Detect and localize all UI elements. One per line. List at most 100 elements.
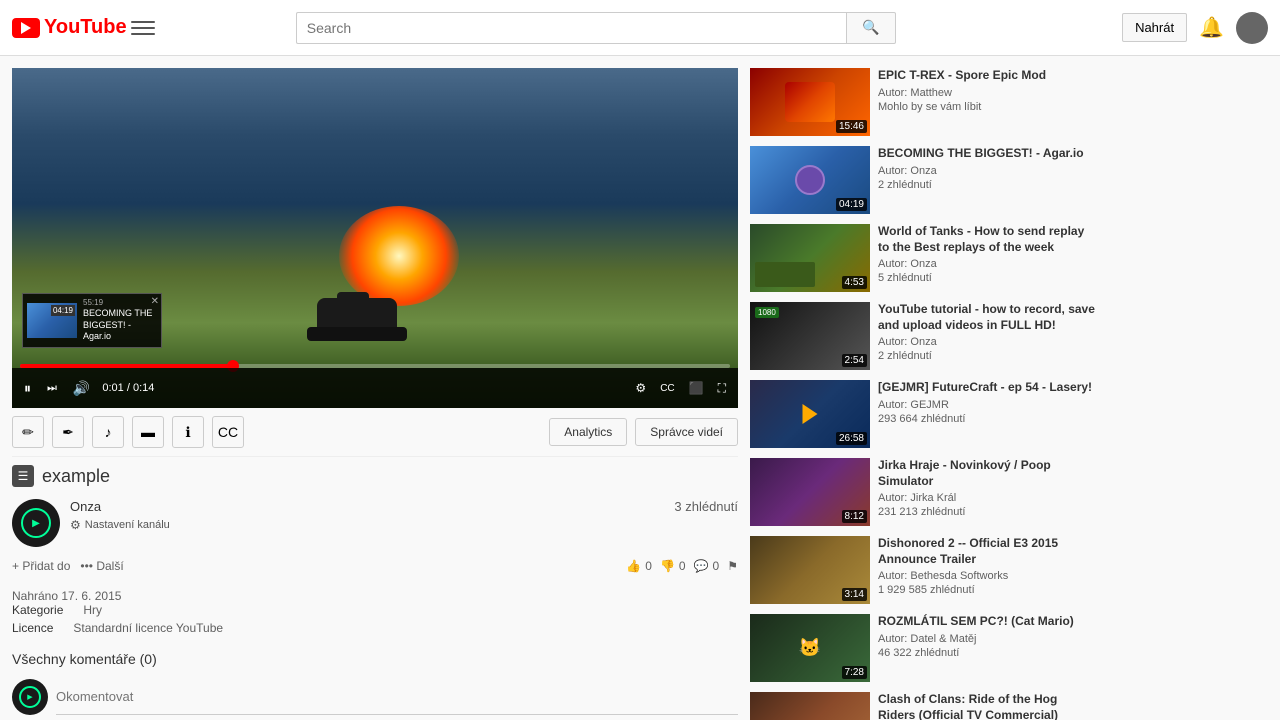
section-title: example (12, 465, 738, 487)
comment-count-button[interactable]: 💬 0 (694, 559, 720, 573)
sidebar-title-8: Clash of Clans: Ride of the Hog Riders (… (878, 692, 1098, 720)
sidebar-item[interactable]: 04:19 BECOMING THE BIGGEST! - Agar.io Au… (750, 146, 1098, 214)
card-icon-button[interactable]: ▬ (132, 416, 164, 448)
overlay-title: BECOMING THE BIGGEST! - Agar.io (83, 308, 157, 343)
sidebar-thumb-4: 26:58 (750, 380, 870, 448)
action-row: + Přidat do ••• Další 👍 0 👎 0 💬 0 ⚑ (12, 559, 738, 573)
user-avatar[interactable] (1236, 12, 1268, 44)
license-value: Standardní licence YouTube (73, 621, 223, 635)
music-icon-button[interactable]: ♪ (92, 416, 124, 448)
header-right: Nahrát 🔔 (1122, 12, 1268, 44)
next-button[interactable]: ⏭ (43, 380, 61, 397)
sidebar-views-3: 2 zhlédnutí (878, 350, 1098, 362)
sidebar-info-3: YouTube tutorial - how to record, save a… (878, 302, 1098, 370)
youtube-logo[interactable]: YouTube (12, 16, 127, 39)
overlay-badge: 04:19 (51, 305, 75, 316)
thumb-duration-6: 3:14 (842, 588, 867, 601)
search-input[interactable] (296, 12, 846, 44)
meta-section: Nahráno 17. 6. 2015 Kategorie Hry Licenc… (12, 589, 738, 635)
video-player[interactable]: 04:19 55:19 BECOMING THE BIGGEST! - Agar… (12, 68, 738, 408)
sidebar-thumb-5: 8:12 (750, 458, 870, 526)
license-key: Licence (12, 621, 53, 635)
video-controls: ⏸ ⏭ 🔊 0:01 / 0:14 ⚙ CC ⬛ ⛶ (12, 368, 738, 408)
comment-icon: 💬 (694, 559, 709, 573)
like-button[interactable]: 👍 0 (626, 559, 652, 573)
volume-button[interactable]: 🔊 (69, 378, 94, 399)
channel-avatar[interactable] (12, 499, 60, 547)
channel-name: Onza (70, 499, 664, 514)
time-display: 0:01 / 0:14 (102, 382, 154, 394)
section-icon (12, 465, 34, 487)
sidebar-item[interactable]: 15:46 EPIC T-REX - Spore Epic Mod Autor:… (750, 68, 1098, 136)
comment-input[interactable] (56, 679, 738, 715)
sidebar-item[interactable]: 26:58 [GEJMR] FutureCraft - ep 54 - Lase… (750, 380, 1098, 448)
sidebar-author-0: Autor: Matthew (878, 87, 1098, 99)
sidebar-title-4: [GEJMR] FutureCraft - ep 54 - Lasery! (878, 380, 1098, 396)
meta-row-license: Licence Standardní licence YouTube (12, 621, 738, 635)
sidebar-info-7: ROZMLÁTIL SEM PC?! (Cat Mario) Autor: Da… (878, 614, 1098, 682)
sidebar-thumb-8: 1:01 (750, 692, 870, 720)
like-count: 0 (645, 559, 652, 573)
subtitle-icon-button[interactable]: CC (212, 416, 244, 448)
sidebar-thumb-0: 15:46 (750, 68, 870, 136)
commenter-avatar-inner (19, 686, 41, 708)
channel-settings-button[interactable]: Nastavení kanálu (70, 518, 664, 532)
sidebar-views-6: 1 929 585 zhlédnutí (878, 584, 1098, 596)
sidebar-views-2: 5 zhlédnutí (878, 272, 1098, 284)
thumb-duration-2: 4:53 (842, 276, 867, 289)
sidebar-views-4: 293 664 zhlédnutí (878, 413, 1098, 425)
theater-button[interactable]: ⬛ (685, 379, 708, 397)
video-overlay-thumb[interactable]: 04:19 55:19 BECOMING THE BIGGEST! - Agar… (22, 293, 162, 348)
sidebar-author-2: Autor: Onza (878, 258, 1098, 270)
more-button[interactable]: ••• Další (80, 559, 123, 573)
fullscreen-button[interactable]: ⛶ (714, 379, 730, 398)
sidebar-title-7: ROZMLÁTIL SEM PC?! (Cat Mario) (878, 614, 1098, 630)
edit-icon-button[interactable]: ✏ (12, 416, 44, 448)
channel-avatar-inner (21, 508, 51, 538)
explosion-effect (339, 206, 459, 306)
video-title-text: example (42, 466, 110, 487)
analytics-button[interactable]: Analytics (549, 418, 627, 446)
search-area (296, 12, 896, 44)
upload-button[interactable]: Nahrát (1122, 13, 1187, 42)
sidebar-author-1: Autor: Onza (878, 165, 1098, 177)
cc-button[interactable]: CC (656, 381, 678, 396)
sidebar-author-5: Autor: Jirka Král (878, 492, 1098, 504)
sidebar-item[interactable]: 1080 2:54 YouTube tutorial - how to reco… (750, 302, 1098, 370)
menu-icon[interactable] (131, 16, 155, 40)
time-current: 0:01 (102, 382, 123, 394)
comments-title: Všechny komentáře (0) (12, 651, 738, 667)
info-icon-button[interactable]: ℹ (172, 416, 204, 448)
add-to-button[interactable]: + Přidat do (12, 559, 70, 573)
dislike-button[interactable]: 👎 0 (660, 559, 686, 573)
video-area: 04:19 55:19 BECOMING THE BIGGEST! - Agar… (0, 56, 750, 720)
manage-videos-button[interactable]: Správce videí (635, 418, 738, 446)
flag-button[interactable]: ⚑ (727, 559, 738, 573)
sidebar-views-5: 231 213 zhlédnutí (878, 506, 1098, 518)
sidebar-info-4: [GEJMR] FutureCraft - ep 54 - Lasery! Au… (878, 380, 1098, 448)
sidebar-info-0: EPIC T-REX - Spore Epic Mod Autor: Matth… (878, 68, 1098, 136)
logo-tube: Tube (80, 16, 126, 38)
settings-button[interactable]: ⚙ (631, 379, 650, 397)
notifications-icon[interactable]: 🔔 (1199, 15, 1224, 40)
comment-input-area (12, 679, 738, 715)
brush-icon-button[interactable]: ✒ (52, 416, 84, 448)
thumb-duration-7: 7:28 (842, 666, 867, 679)
thumb-duration-1: 04:19 (836, 198, 867, 211)
category-key: Kategorie (12, 603, 63, 617)
sidebar-item[interactable]: 1:01 Clash of Clans: Ride of the Hog Rid… (750, 692, 1098, 720)
sidebar-item[interactable]: 4:53 World of Tanks - How to send replay… (750, 224, 1098, 292)
sidebar-item[interactable]: 🐱 7:28 ROZMLÁTIL SEM PC?! (Cat Mario) Au… (750, 614, 1098, 682)
sidebar-thumb-3: 1080 2:54 (750, 302, 870, 370)
channel-info: Onza Nastavení kanálu (70, 499, 664, 532)
sidebar-item[interactable]: 8:12 Jirka Hraje - Novinkový / Poop Simu… (750, 458, 1098, 526)
search-button[interactable] (846, 12, 896, 44)
thumb-duration-4: 26:58 (836, 432, 867, 445)
thumb-duration-0: 15:46 (836, 120, 867, 133)
sidebar-author-3: Autor: Onza (878, 336, 1098, 348)
video-scene (12, 68, 738, 408)
sidebar-item[interactable]: 3:14 Dishonored 2 -- Official E3 2015 An… (750, 536, 1098, 604)
sidebar-title-1: BECOMING THE BIGGEST! - Agar.io (878, 146, 1098, 162)
pause-button[interactable]: ⏸ (20, 378, 35, 399)
overlay-close-icon[interactable]: ✕ (151, 296, 159, 307)
